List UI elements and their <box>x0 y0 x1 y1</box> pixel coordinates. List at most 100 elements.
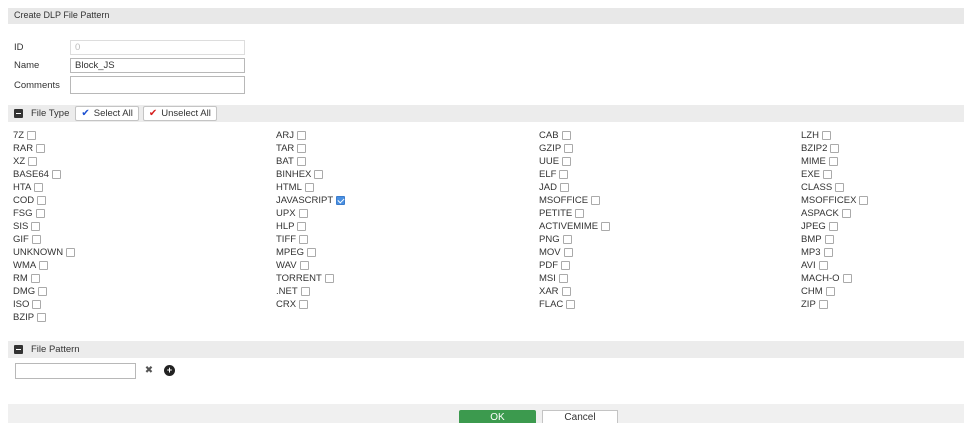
collapse-minus-icon[interactable] <box>14 345 23 354</box>
file-type-option[interactable]: JAVASCRIPT <box>276 194 346 207</box>
file-type-checkbox[interactable] <box>841 209 851 218</box>
file-type-checkbox[interactable] <box>299 261 309 270</box>
cancel-button[interactable]: Cancel <box>542 410 618 423</box>
file-type-option[interactable]: DMG <box>13 285 75 298</box>
file-type-option[interactable]: XAR <box>539 285 610 298</box>
file-type-option[interactable]: CLASS <box>801 181 868 194</box>
file-type-option[interactable]: HLP <box>276 220 345 233</box>
name-field[interactable] <box>70 58 245 73</box>
file-type-option[interactable]: GIF <box>13 233 75 246</box>
file-type-checkbox[interactable] <box>821 131 831 140</box>
file-type-option[interactable]: PNG <box>539 233 610 246</box>
file-type-checkbox[interactable] <box>31 222 41 231</box>
file-type-option[interactable]: AVI <box>801 259 868 272</box>
file-type-option[interactable]: LZH <box>801 129 868 142</box>
file-type-checkbox[interactable] <box>559 170 569 179</box>
file-type-checkbox[interactable] <box>563 248 573 257</box>
file-type-checkbox[interactable] <box>36 144 46 153</box>
file-type-checkbox[interactable] <box>835 183 845 192</box>
collapse-minus-icon[interactable] <box>14 109 23 118</box>
file-type-option[interactable]: BZIP <box>13 311 75 324</box>
file-type-checkbox[interactable] <box>299 235 309 244</box>
file-type-option[interactable]: CAB <box>539 129 610 142</box>
file-type-checkbox[interactable] <box>562 235 572 244</box>
file-type-checkbox[interactable] <box>296 131 306 140</box>
file-type-checkbox[interactable] <box>562 157 572 166</box>
ok-button[interactable]: OK <box>459 410 536 423</box>
comments-field[interactable] <box>70 76 245 94</box>
file-type-checkbox[interactable] <box>297 144 307 153</box>
file-type-option[interactable]: JAD <box>539 181 610 194</box>
file-type-checkbox[interactable] <box>564 144 574 153</box>
file-type-option[interactable]: JPEG <box>801 220 868 233</box>
file-type-option[interactable]: MACH-O <box>801 272 868 285</box>
file-type-checkbox[interactable] <box>299 300 309 309</box>
file-type-option[interactable]: CRX <box>276 298 345 311</box>
file-type-option[interactable]: TIFF <box>276 233 345 246</box>
file-type-option[interactable]: MIME <box>801 155 868 168</box>
file-type-checkbox[interactable] <box>324 274 334 283</box>
file-type-checkbox[interactable] <box>591 196 601 205</box>
file-type-checkbox[interactable] <box>559 183 569 192</box>
file-type-option[interactable]: CHM <box>801 285 868 298</box>
file-type-option[interactable]: 7Z <box>13 129 75 142</box>
file-type-checkbox[interactable] <box>51 170 61 179</box>
file-type-checkbox[interactable] <box>561 131 571 140</box>
file-type-checkbox[interactable] <box>830 144 840 153</box>
file-type-option[interactable]: RAR <box>13 142 75 155</box>
file-type-checkbox[interactable] <box>566 300 576 309</box>
file-type-option[interactable]: FSG <box>13 207 75 220</box>
file-type-option[interactable]: BINHEX <box>276 168 345 181</box>
file-type-checkbox[interactable] <box>824 235 834 244</box>
file-type-option[interactable]: MSOFFICE <box>539 194 610 207</box>
file-type-checkbox[interactable] <box>823 248 833 257</box>
file-type-option[interactable]: ELF <box>539 168 610 181</box>
file-type-checkbox[interactable] <box>37 313 47 322</box>
file-type-option[interactable]: XZ <box>13 155 75 168</box>
file-type-checkbox[interactable] <box>37 196 47 205</box>
file-type-option[interactable]: BMP <box>801 233 868 246</box>
close-icon[interactable]: ✖ <box>142 364 156 378</box>
file-type-option[interactable]: UUE <box>539 155 610 168</box>
file-type-checkbox[interactable] <box>575 209 585 218</box>
file-type-option[interactable]: BZIP2 <box>801 142 868 155</box>
file-type-option[interactable]: ACTIVEMIME <box>539 220 611 233</box>
file-type-checkbox[interactable] <box>306 248 316 257</box>
file-type-option[interactable]: HTA <box>13 181 75 194</box>
file-type-checkbox[interactable] <box>296 157 306 166</box>
file-type-checkbox[interactable] <box>297 222 307 231</box>
file-type-option[interactable]: MSOFFICEX <box>801 194 869 207</box>
file-type-checkbox[interactable] <box>825 287 835 296</box>
file-type-option[interactable]: TAR <box>276 142 345 155</box>
file-type-checkbox[interactable] <box>28 157 38 166</box>
file-type-checkbox[interactable] <box>859 196 869 205</box>
file-type-checkbox[interactable] <box>828 157 838 166</box>
file-type-checkbox[interactable] <box>561 261 570 270</box>
file-type-option[interactable]: TORRENT <box>276 272 345 285</box>
file-type-option[interactable]: UNKNOWN <box>13 246 76 259</box>
file-type-option[interactable]: BASE64 <box>13 168 75 181</box>
file-type-checkbox[interactable] <box>818 300 828 309</box>
file-type-option[interactable]: ZIP <box>801 298 868 311</box>
file-type-option[interactable]: GZIP <box>539 142 610 155</box>
file-type-option[interactable]: HTML <box>276 181 345 194</box>
file-type-option[interactable]: EXE <box>801 168 868 181</box>
file-type-checkbox[interactable] <box>818 261 828 270</box>
file-type-option[interactable]: MOV <box>539 246 610 259</box>
file-type-checkbox[interactable] <box>842 274 852 283</box>
file-type-checkbox[interactable] <box>30 274 40 283</box>
file-type-option[interactable]: FLAC <box>539 298 610 311</box>
file-type-option[interactable]: MSI <box>539 272 610 285</box>
file-type-checkbox[interactable] <box>336 196 346 205</box>
file-type-checkbox[interactable] <box>304 183 314 192</box>
file-type-checkbox[interactable] <box>823 170 833 179</box>
select-all-button[interactable]: ✔ Select All <box>75 106 139 121</box>
file-type-checkbox[interactable] <box>31 235 41 244</box>
file-type-option[interactable]: RM <box>13 272 75 285</box>
file-type-checkbox[interactable] <box>828 222 838 231</box>
file-type-option[interactable]: WAV <box>276 259 345 272</box>
file-pattern-input[interactable] <box>15 363 136 379</box>
file-type-checkbox[interactable] <box>314 170 324 179</box>
file-type-option[interactable]: ASPACK <box>801 207 868 220</box>
file-type-option[interactable]: ARJ <box>276 129 345 142</box>
